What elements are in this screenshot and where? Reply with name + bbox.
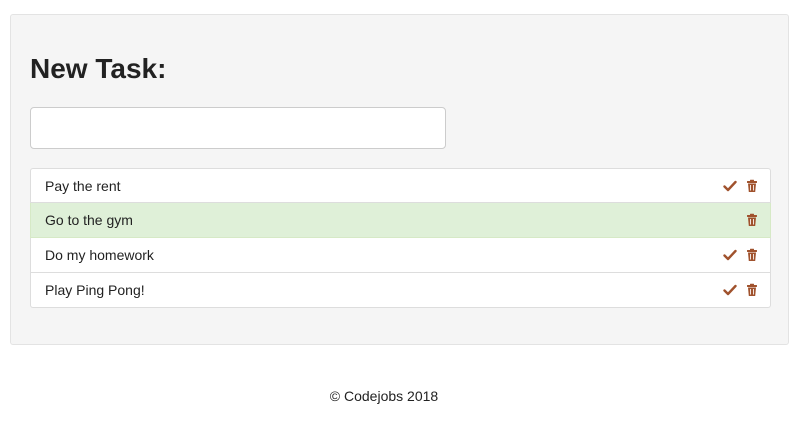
task-text: Play Ping Pong! xyxy=(45,282,145,298)
check-icon[interactable] xyxy=(723,179,737,193)
task-item[interactable]: Go to the gym xyxy=(30,203,771,238)
new-task-input[interactable] xyxy=(30,107,446,149)
task-actions xyxy=(723,273,759,307)
task-item[interactable]: Do my homework xyxy=(30,238,771,273)
task-panel: New Task: Pay the rent Go to the gym Do my… xyxy=(10,14,789,345)
task-item[interactable]: Play Ping Pong! xyxy=(30,273,771,308)
task-item[interactable]: Pay the rent xyxy=(30,168,771,203)
task-actions xyxy=(723,169,759,203)
task-list: Pay the rent Go to the gym Do my homework P… xyxy=(30,168,771,308)
task-text: Do my homework xyxy=(45,247,154,263)
footer-copyright: © Codejobs 2018 xyxy=(329,388,439,404)
trash-icon[interactable] xyxy=(745,179,759,193)
trash-icon[interactable] xyxy=(745,248,759,262)
task-actions xyxy=(723,238,759,272)
task-text: Pay the rent xyxy=(45,178,121,194)
check-icon[interactable] xyxy=(723,283,737,297)
task-actions xyxy=(745,203,759,237)
check-icon[interactable] xyxy=(723,248,737,262)
trash-icon[interactable] xyxy=(745,213,759,227)
trash-icon[interactable] xyxy=(745,283,759,297)
task-text: Go to the gym xyxy=(45,212,133,228)
page-title: New Task: xyxy=(30,53,167,84)
